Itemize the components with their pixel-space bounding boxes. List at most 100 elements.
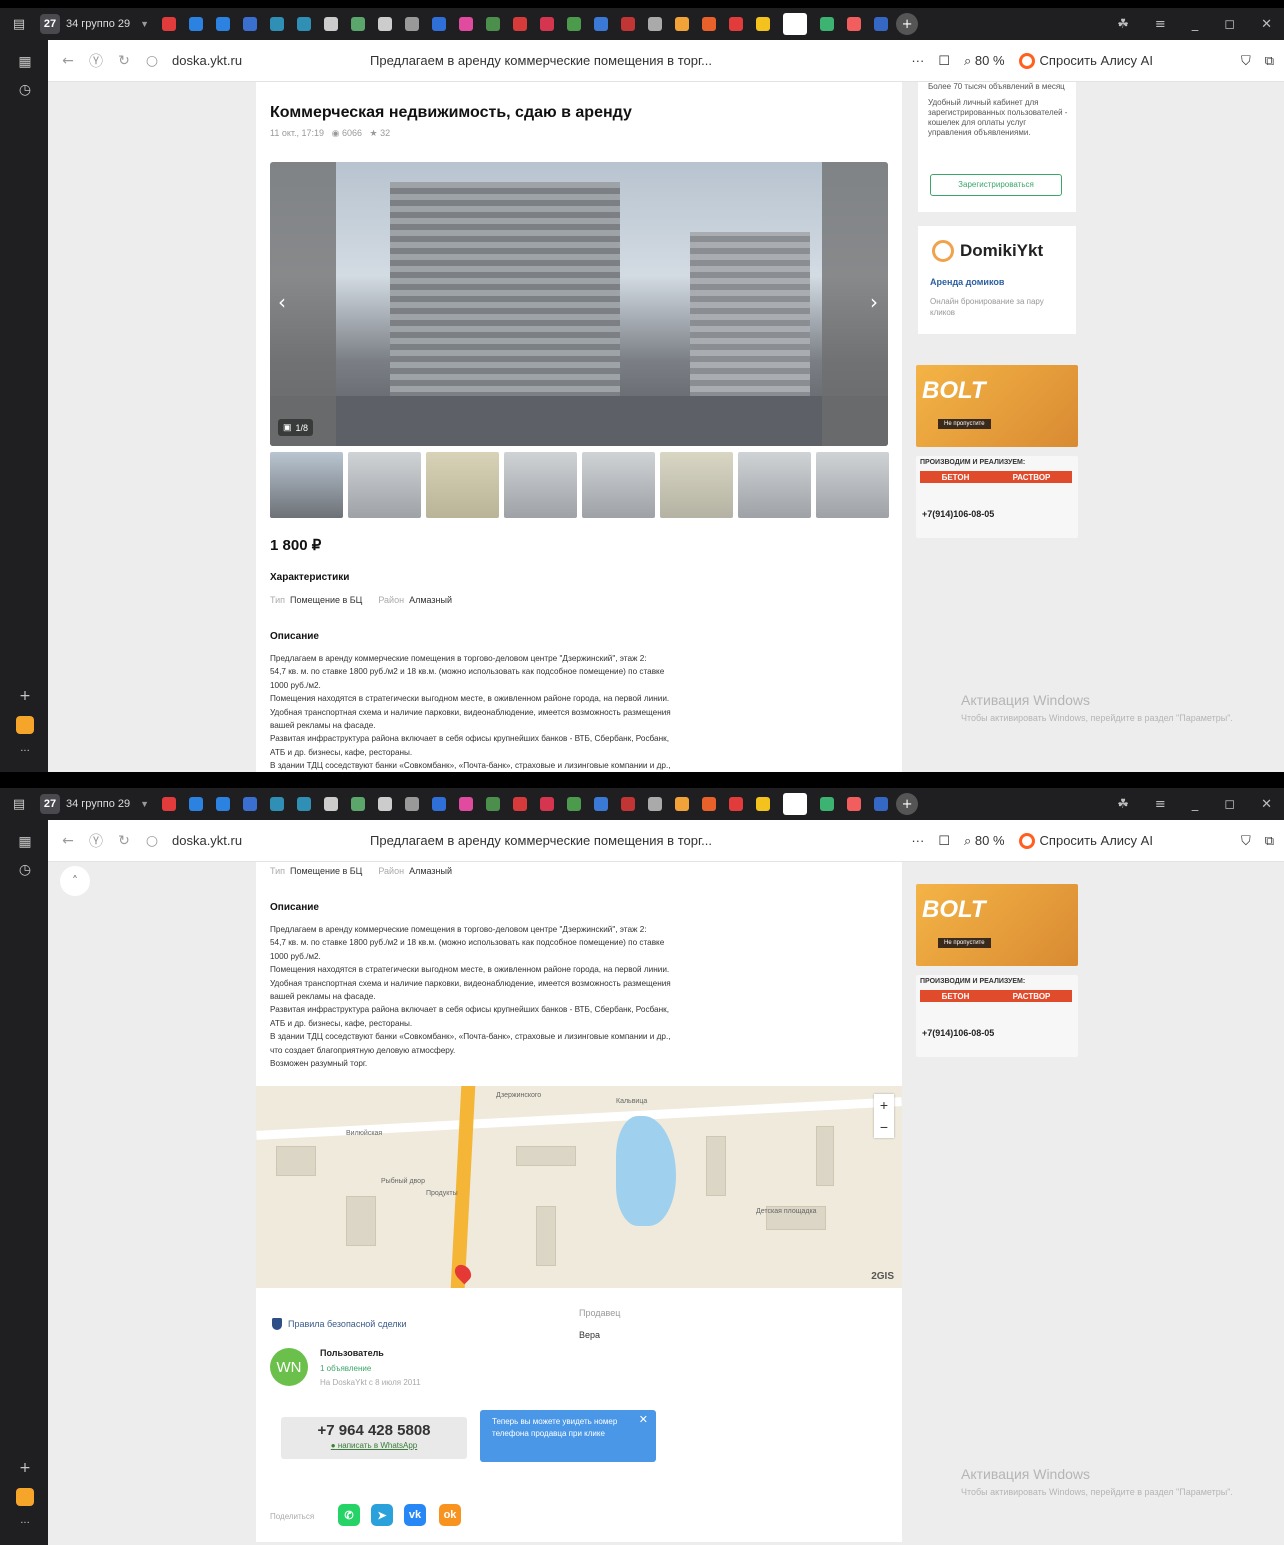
zoom-in-icon[interactable]: + — [874, 1094, 894, 1116]
tab-favicon[interactable] — [486, 17, 501, 31]
domiki-logo[interactable]: DomikiYkt — [932, 240, 1043, 262]
phone-box[interactable]: +7 964 428 5808 ● написать в WhatsApp — [281, 1417, 467, 1459]
thumbnail[interactable] — [270, 452, 343, 518]
photo-gallery[interactable]: ‹ › ▣ 1/8 — [270, 162, 888, 446]
extension-icon[interactable]: ☘ — [1117, 17, 1129, 32]
close-icon[interactable]: ✕ — [1261, 17, 1272, 32]
menu-icon[interactable]: ≡ — [1155, 17, 1166, 32]
tab-group[interactable]: 34 группо 29 ▼ — [66, 18, 149, 30]
tab-favicon[interactable] — [648, 17, 663, 31]
zoom-indicator[interactable]: ⌕ 80 % — [964, 833, 1005, 849]
map-provider-logo[interactable]: 2GIS — [871, 1271, 894, 1282]
tab-favicon[interactable] — [459, 797, 474, 811]
thumbnail[interactable] — [816, 452, 889, 518]
concrete-ad-banner[interactable]: ПРОИЗВОДИМ И РЕАЛИЗУЕМ: БЕТОН РАСТВОР +7(… — [916, 975, 1078, 1057]
tab-favicon[interactable] — [820, 797, 835, 811]
active-tab[interactable] — [783, 13, 808, 35]
yandex-icon[interactable]: Ⓨ — [82, 51, 110, 71]
tabs-menu-icon[interactable]: ▤ — [8, 13, 30, 35]
tab-favicon[interactable] — [270, 797, 285, 811]
more-icon[interactable]: ··· — [16, 746, 34, 764]
tab-favicon[interactable] — [432, 797, 447, 811]
reload-icon[interactable]: ↻ — [110, 53, 138, 69]
tab-favicon[interactable] — [216, 17, 231, 31]
add-panel-icon[interactable]: + — [16, 688, 34, 706]
site-info-icon[interactable]: ○ — [138, 833, 166, 849]
reader-icon[interactable]: ⧉ — [1265, 53, 1274, 69]
minimize-icon[interactable]: _ — [1192, 797, 1199, 812]
tab-group[interactable]: 34 группо 29 ▼ — [66, 798, 149, 810]
calendar-icon[interactable]: ▦ — [16, 54, 34, 72]
domiki-title[interactable]: Аренда домиков — [930, 277, 1004, 287]
tab-favicon[interactable] — [189, 17, 204, 31]
tab-favicon[interactable] — [648, 797, 663, 811]
tab-favicon[interactable] — [162, 797, 177, 811]
thumbnail[interactable] — [348, 452, 421, 518]
tab-favicon[interactable] — [216, 797, 231, 811]
bolt-ad-banner[interactable]: BOLT Не пропустите — [916, 884, 1078, 966]
calendar-icon[interactable]: ▦ — [16, 834, 34, 852]
whatsapp-share-icon[interactable]: ✆ — [338, 1504, 360, 1526]
bookmark-icon[interactable]: ☐ — [938, 53, 950, 69]
tab-favicon[interactable] — [324, 17, 339, 31]
alice-button[interactable]: Спросить Алису AI — [1018, 832, 1153, 849]
url-domain[interactable]: doska.ykt.ru — [172, 833, 242, 848]
bookmark-icon[interactable]: ☐ — [938, 833, 950, 849]
page-title-in-bar[interactable]: Предлагаем в аренду коммерческие помещен… — [370, 833, 712, 848]
vk-share-icon[interactable]: vk — [404, 1504, 426, 1526]
yandex-icon[interactable]: Ⓨ — [82, 831, 110, 851]
tab-favicon[interactable] — [594, 797, 609, 811]
gallery-next-area[interactable] — [822, 162, 888, 446]
close-icon[interactable]: ✕ — [1261, 797, 1272, 812]
close-icon[interactable]: ✕ — [639, 1414, 648, 1426]
tab-favicon[interactable] — [621, 17, 636, 31]
zoom-out-icon[interactable]: − — [874, 1116, 894, 1138]
more-dots-icon[interactable]: ··· — [911, 53, 924, 68]
location-map[interactable]: Дзержинского Кальвица Вилюйская Рыбный д… — [256, 1086, 902, 1288]
tab-favicon[interactable] — [513, 797, 528, 811]
tab-favicon[interactable] — [297, 17, 312, 31]
shield-icon[interactable]: ⛉ — [1241, 833, 1251, 849]
tab-favicon[interactable] — [243, 797, 258, 811]
whatsapp-link[interactable]: ● написать в WhatsApp — [281, 1441, 467, 1450]
thumbnail[interactable] — [426, 452, 499, 518]
tab-favicon[interactable] — [378, 17, 393, 31]
new-tab-plus-icon[interactable]: + — [896, 13, 919, 35]
more-dots-icon[interactable]: ··· — [911, 833, 924, 848]
history-icon[interactable]: ◷ — [16, 82, 34, 100]
site-info-icon[interactable]: ○ — [138, 53, 166, 69]
new-tab-plus-icon[interactable]: + — [896, 793, 919, 815]
tab-favicon[interactable] — [756, 17, 771, 31]
minimize-icon[interactable]: _ — [1192, 17, 1199, 32]
url-domain[interactable]: doska.ykt.ru — [172, 53, 242, 68]
tab-favicon[interactable] — [874, 17, 889, 31]
tab-favicon[interactable] — [378, 797, 393, 811]
tab-favicon[interactable] — [405, 17, 420, 31]
active-tab[interactable] — [783, 793, 808, 815]
tab-favicon[interactable] — [513, 17, 528, 31]
tab-count-badge[interactable]: 27 — [40, 14, 60, 34]
user-ads-link[interactable]: 1 объявление — [320, 1364, 371, 1373]
tab-favicon[interactable] — [432, 17, 447, 31]
safe-deal-link[interactable]: Правила безопасной сделки — [272, 1318, 407, 1330]
tab-favicon[interactable] — [486, 797, 501, 811]
tab-favicon[interactable] — [594, 17, 609, 31]
tab-favicon[interactable] — [351, 17, 366, 31]
tab-favicon[interactable] — [847, 17, 862, 31]
ok-share-icon[interactable]: ok — [439, 1504, 461, 1526]
telegram-share-icon[interactable]: ➤ — [371, 1504, 393, 1526]
user-title[interactable]: Пользователь — [320, 1348, 384, 1358]
register-button[interactable]: Зарегистрироваться — [930, 174, 1062, 196]
scroll-up-button[interactable]: ˄ — [60, 866, 90, 896]
tab-favicon[interactable] — [702, 797, 717, 811]
tab-favicon[interactable] — [324, 797, 339, 811]
tab-favicon[interactable] — [820, 17, 835, 31]
heart-app-icon[interactable] — [16, 716, 34, 734]
thumbnail[interactable] — [660, 452, 733, 518]
thumbnail[interactable] — [738, 452, 811, 518]
shield-icon[interactable]: ⛉ — [1241, 53, 1251, 69]
chevron-left-icon[interactable]: ‹ — [278, 290, 286, 314]
avatar[interactable]: WN — [270, 1348, 308, 1386]
menu-icon[interactable]: ≡ — [1155, 797, 1166, 812]
maximize-icon[interactable]: ◻ — [1224, 797, 1235, 812]
